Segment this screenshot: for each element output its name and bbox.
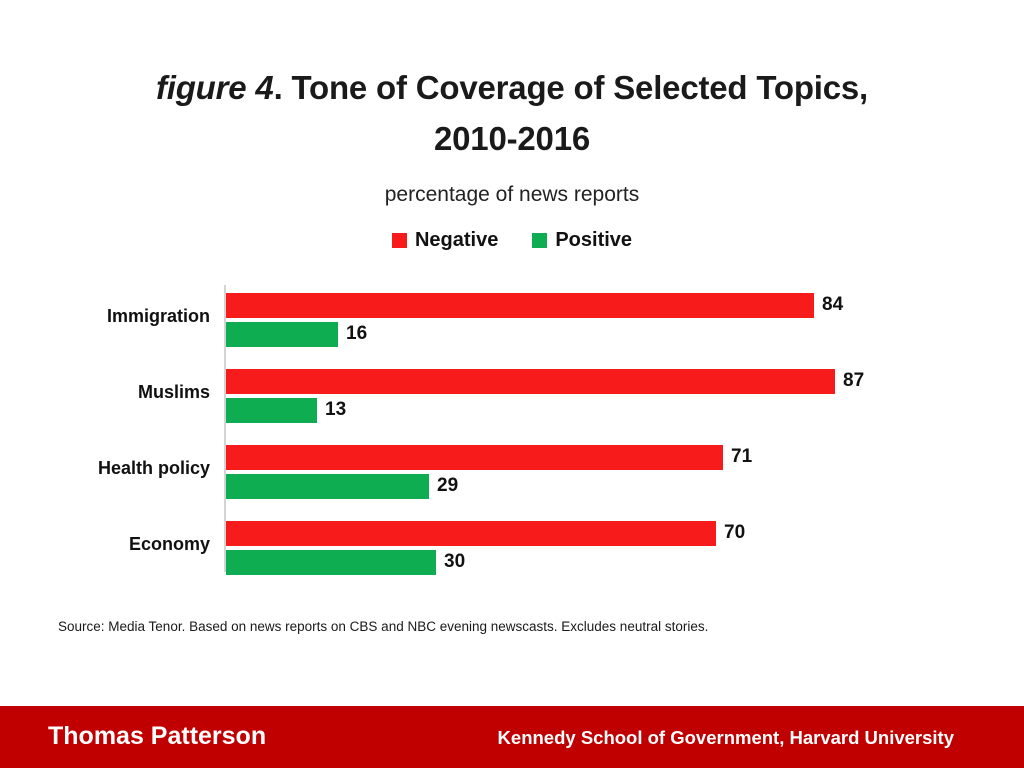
footer-affiliation: Kennedy School of Government, Harvard Un… — [497, 727, 954, 748]
title-figure-number: figure 4 — [155, 69, 274, 106]
category-label-health-policy: Health policy — [97, 458, 210, 478]
chart-subtitle: percentage of news reports — [384, 183, 640, 206]
bar-health-policy-negative — [226, 445, 723, 470]
chart-group-economy: Economy 70 30 — [0, 512, 1024, 576]
bar-value-health-policy-negative: 71 — [731, 446, 753, 467]
bar-value-economy-positive: 30 — [444, 551, 466, 572]
bar-value-immigration-positive: 16 — [346, 323, 368, 344]
bar-value-health-policy-positive: 29 — [437, 475, 459, 496]
chart-group-immigration: Immigration 84 16 — [0, 284, 1024, 348]
chart-legend: Negative Positive — [60, 229, 964, 252]
legend-label-positive: Positive — [555, 229, 633, 251]
chart-group-health-policy: Health policy 71 29 — [0, 436, 1024, 500]
legend-swatch-negative-icon — [391, 233, 407, 248]
legend-label-negative: Negative — [414, 229, 499, 251]
slide: figure 4. Tone of Coverage of Selected T… — [0, 0, 1024, 768]
bar-value-immigration-negative: 84 — [822, 294, 844, 315]
bar-muslims-positive — [226, 398, 317, 423]
bar-health-policy-positive — [226, 474, 429, 499]
title-main-text: . Tone of Coverage of Selected Topics, — [273, 69, 869, 106]
bar-immigration-negative — [226, 293, 814, 318]
legend-item-positive: Positive — [532, 229, 632, 252]
category-label-economy: Economy — [128, 534, 210, 554]
bar-muslims-negative — [226, 369, 835, 394]
legend-item-negative: Negative — [391, 229, 499, 252]
title-line-2: 2010-2016 — [433, 120, 590, 157]
category-label-immigration: Immigration — [106, 306, 210, 326]
footer-band: Thomas Patterson Kennedy School of Gover… — [0, 706, 1024, 768]
chart-group-muslims: Muslims 87 13 — [0, 360, 1024, 424]
footer-author: Thomas Patterson — [48, 722, 267, 750]
bar-value-muslims-positive: 13 — [325, 399, 347, 420]
source-note: Source: Media Tenor. Based on news repor… — [58, 619, 709, 634]
bar-economy-positive — [226, 550, 436, 575]
bar-value-muslims-negative: 87 — [843, 370, 865, 391]
title-line-1: figure 4. Tone of Coverage of Selected T… — [60, 62, 964, 113]
bar-value-economy-negative: 70 — [724, 522, 746, 543]
page-title: figure 4. Tone of Coverage of Selected T… — [60, 62, 964, 164]
chart-plot-area: Immigration 84 16 Muslims 87 13 Health p… — [0, 280, 1024, 592]
legend-swatch-positive-icon — [532, 233, 548, 248]
bar-economy-negative — [226, 521, 716, 546]
category-label-muslims: Muslims — [137, 382, 210, 402]
bar-immigration-positive — [226, 322, 338, 347]
